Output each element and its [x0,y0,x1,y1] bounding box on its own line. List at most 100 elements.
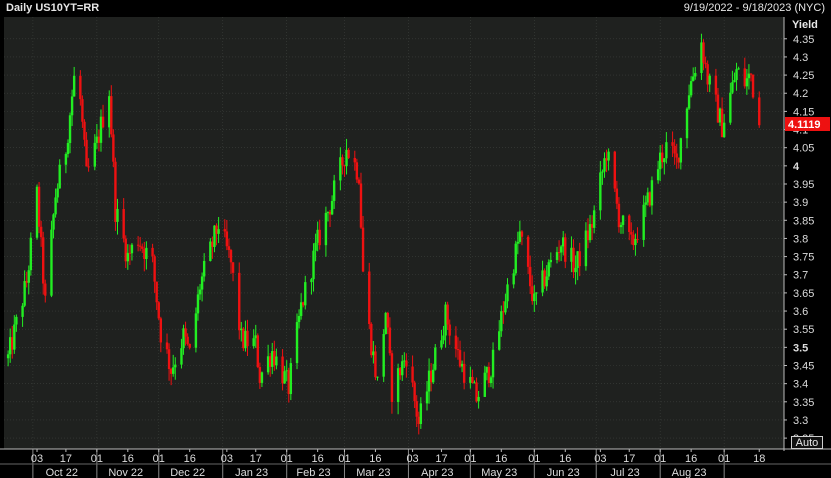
x-tick-label: 17 [435,453,447,465]
candle-body [564,237,567,262]
candle-body [260,372,264,383]
month-label: Dec 22 [170,467,205,478]
candle-body [318,229,321,246]
candle-body [692,76,695,82]
candle-body [432,369,435,383]
candle-body [151,247,154,257]
candle-body [615,188,619,204]
candle-body [357,179,361,184]
candle-body [448,324,451,336]
candle-body [388,327,392,354]
candle-body [382,333,385,377]
candle-body [268,356,272,367]
candle-body [714,75,718,95]
candlestick-chart: 3.253.33.353.43.453.53.553.63.653.73.753… [0,0,831,478]
candle-body [603,158,606,172]
candle-body [50,229,53,296]
candle-body [256,335,260,368]
x-tick-label: 01 [718,453,730,465]
candle-body [229,250,233,263]
x-tick-label: 16 [369,453,381,465]
candle-body [213,225,216,247]
x-tick-label: 01 [281,453,293,465]
candle-body [658,152,662,170]
month-label: Feb 23 [296,467,330,478]
candle-body [487,366,491,384]
candle-body [648,192,652,206]
x-tick-label: 01 [91,453,103,465]
x-tick-label: 18 [753,453,765,465]
candle-body [473,382,476,384]
candle-body [209,241,212,261]
candle-body [23,281,26,306]
candle-body [72,75,76,97]
candle-body [68,115,72,144]
candle-body [13,324,16,350]
candle-body [469,376,472,383]
candle-body [114,161,117,222]
candle-body [295,322,299,364]
candle-body [194,313,198,348]
y-tick-label: 3.6 [793,306,808,318]
candle-body [722,122,726,138]
auto-scale-button[interactable]: Auto [791,436,823,449]
candle-body [747,73,751,79]
candle-body [314,242,317,251]
candle-body [702,42,705,63]
candle-body [70,96,74,116]
y-tick-label: 3.4 [793,379,808,391]
candle-body [37,186,41,227]
candle-body [398,368,402,376]
candle-body [663,158,666,163]
candle-body [419,403,423,424]
candle-body [491,349,495,378]
candle-body [607,151,610,161]
candle-body [271,351,274,367]
candle-body [679,138,683,163]
candle-body [202,260,206,277]
candle-body [401,361,404,376]
y-tick-label: 3.95 [793,179,814,191]
candle-body [440,340,443,348]
candle-body [729,92,732,123]
x-tick-label: 03 [406,453,418,465]
candle-body [169,369,173,374]
candle-body [578,251,581,267]
candle-body [231,262,235,273]
month-label: Aug 23 [672,467,707,478]
candle-body [252,338,255,347]
x-tick-label: 01 [338,453,350,465]
x-tick-label: 16 [312,453,324,465]
candle-body [384,312,387,334]
candle-body [242,328,245,349]
y-tick-label: 3.75 [793,252,814,264]
candle-body [642,204,645,240]
candle-body [531,286,534,302]
candle-body [665,142,668,159]
candle-body [310,279,313,283]
y-tick-label: 3.55 [793,324,814,336]
candle-body [289,363,293,395]
candle-body [661,152,664,163]
candle-body [708,75,711,85]
candle-body [124,238,127,262]
candle-body [355,162,359,180]
month-label: Jan 23 [235,467,268,478]
candle-body [687,95,691,109]
y-tick-label: 4 [793,161,800,173]
candle-body [58,164,61,189]
candle-body [326,211,330,213]
candle-body [634,238,637,246]
candle-body [244,330,247,349]
candle-body [341,157,344,166]
y-tick-label: 4.25 [793,70,814,82]
candle-body [460,363,464,367]
x-tick-label: 03 [221,453,233,465]
candle-body [85,139,88,167]
y-tick-label: 3.85 [793,215,814,227]
candle-body [254,335,257,339]
candle-body [562,237,565,247]
candle-body [454,335,458,349]
candle-body [316,229,319,243]
candle-body [543,270,546,287]
